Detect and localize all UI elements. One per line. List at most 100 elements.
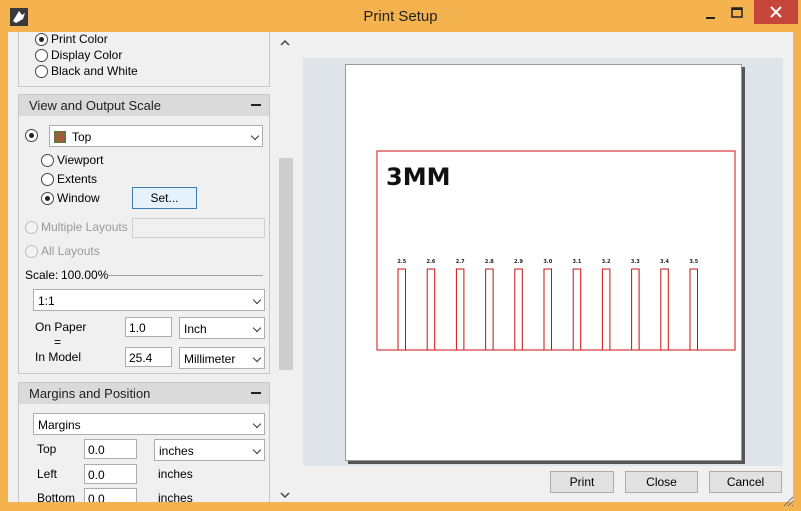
preview-drawing: 3MM 2.5 2.6 2.7 2.8 2.9 3.0 3.1 3.2 3.3 3.4 3.5 (376, 150, 736, 351)
tooth-label: 3.2 (602, 259, 611, 265)
scroll-up-button[interactable] (278, 36, 292, 50)
in-model-unit-select[interactable]: Millimeter (179, 347, 265, 369)
tooth-label: 3.5 (689, 259, 698, 265)
black-and-white-label: Black and White (51, 64, 138, 78)
tooth-label: 2.7 (456, 259, 465, 265)
chevron-down-icon (250, 131, 260, 141)
close-button[interactable]: Close (625, 471, 698, 493)
black-and-white-radio[interactable] (35, 65, 48, 78)
close-window-button[interactable] (754, 0, 798, 24)
equals-label: = (54, 335, 62, 349)
window-title: Print Setup (363, 8, 438, 25)
bottom-margin-label: Bottom (37, 491, 76, 502)
top-margin-value: 0.0 (88, 443, 105, 457)
on-paper-unit-select[interactable]: Inch (179, 317, 265, 339)
chevron-up-icon (280, 39, 290, 46)
margin-unit-value: inches (159, 444, 194, 458)
all-layouts-radio[interactable] (25, 245, 38, 258)
chevron-down-icon (280, 492, 290, 499)
print-color-radio[interactable] (35, 33, 48, 46)
dialog-body: Print Color Display Color Black and Whit… (8, 32, 793, 502)
extents-label: Extents (57, 172, 98, 186)
maximize-button[interactable] (727, 4, 749, 24)
bottom-margin-unit: inches (158, 491, 193, 502)
cancel-button[interactable]: Cancel (709, 471, 782, 493)
in-model-field[interactable]: 25.4 (125, 347, 172, 367)
on-paper-unit-value: Inch (184, 322, 207, 336)
scrollbar-thumb[interactable] (279, 158, 293, 370)
tooth-label: 2.5 (397, 259, 406, 265)
viewport-grid-icon (54, 131, 66, 143)
in-model-label: In Model (35, 350, 82, 364)
output-color-panel: Print Color Display Color Black and Whit… (18, 32, 270, 87)
on-paper-value: 1.0 (129, 321, 146, 335)
set-window-button[interactable]: Set... (132, 187, 197, 209)
window-label: Window (57, 191, 100, 205)
view-select-value: Top (72, 130, 92, 144)
tooth-label: 3.0 (543, 259, 552, 265)
on-paper-label: On Paper (35, 320, 87, 334)
bottom-margin-field[interactable]: 0.0 (84, 488, 137, 502)
viewport-label: Viewport (57, 153, 104, 167)
view-scale-title: View and Output Scale (29, 98, 162, 113)
all-layouts-label: All Layouts (41, 244, 100, 258)
margins-header[interactable]: Margins and Position (19, 383, 269, 404)
resize-grip-icon[interactable] (781, 494, 795, 508)
display-color-radio[interactable] (35, 49, 48, 62)
chevron-down-icon (252, 353, 262, 363)
drawing-teeth (377, 268, 735, 351)
viewport-radio[interactable] (41, 154, 54, 167)
display-color-label: Display Color (51, 48, 123, 62)
margins-mode-select[interactable]: Margins (33, 413, 265, 435)
view-scale-panel: View and Output Scale Top Viewport Exten… (18, 94, 270, 374)
top-margin-field[interactable]: 0.0 (84, 439, 137, 459)
view-select[interactable]: Top (49, 125, 263, 147)
bottom-margin-value: 0.0 (88, 492, 105, 502)
tooth-label: 2.9 (514, 259, 523, 265)
maximize-icon (731, 7, 743, 18)
preview-paper: 3MM 2.5 2.6 2.7 2.8 2.9 3.0 3.1 3.2 3.3 3.4 3.5 (345, 64, 742, 461)
view-scale-header[interactable]: View and Output Scale (19, 95, 269, 116)
tooth-label: 2.6 (427, 259, 436, 265)
left-margin-label: Left (37, 467, 58, 481)
scroll-down-button[interactable] (278, 488, 292, 502)
chevron-down-icon (252, 445, 262, 455)
chevron-down-icon (252, 419, 262, 429)
top-margin-label: Top (37, 442, 57, 456)
in-model-unit-value: Millimeter (184, 352, 236, 366)
on-paper-field[interactable]: 1.0 (125, 317, 172, 337)
multiple-layouts-label: Multiple Layouts (41, 220, 128, 234)
left-margin-value: 0.0 (88, 468, 105, 482)
tooth-labels: 2.5 2.6 2.7 2.8 2.9 3.0 3.1 3.2 3.3 3.4 3.5 (397, 259, 698, 265)
tooth-label: 3.3 (631, 259, 640, 265)
scale-value: 100.00% (61, 268, 109, 282)
margin-unit-select[interactable]: inches (154, 439, 265, 461)
left-margin-unit: inches (158, 467, 193, 481)
chevron-down-icon (252, 323, 262, 333)
scale-ratio-value: 1:1 (38, 294, 55, 308)
layouts-field[interactable] (132, 218, 265, 238)
multiple-layouts-radio[interactable] (25, 221, 38, 234)
print-color-label: Print Color (51, 32, 108, 46)
tooth-label: 2.8 (485, 259, 494, 265)
minimize-icon (706, 17, 715, 19)
margins-title: Margins and Position (29, 386, 151, 401)
scale-ratio-select[interactable]: 1:1 (33, 289, 265, 311)
collapse-icon[interactable] (251, 104, 261, 106)
window-radio[interactable] (41, 192, 54, 205)
settings-pane: Print Color Display Color Black and Whit… (8, 32, 294, 502)
margins-mode-value: Margins (38, 418, 81, 432)
left-margin-field[interactable]: 0.0 (84, 464, 137, 484)
minimize-button[interactable] (700, 4, 722, 24)
close-icon (770, 6, 782, 18)
collapse-icon[interactable] (251, 392, 261, 394)
scale-divider (107, 275, 263, 276)
extents-radio[interactable] (41, 173, 54, 186)
in-model-value: 25.4 (129, 351, 153, 365)
tooth-label: 3.1 (573, 259, 582, 265)
drawing-heading: 3MM (386, 163, 450, 191)
margins-panel: Margins and Position Margins Top 0.0 inc… (18, 382, 270, 502)
tooth-label: 3.4 (660, 259, 669, 265)
print-button[interactable]: Print (550, 471, 614, 493)
view-radio[interactable] (25, 129, 38, 142)
